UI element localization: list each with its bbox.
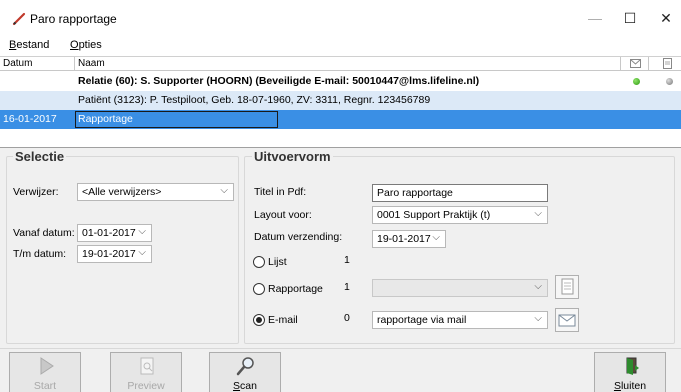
chevron-down-icon: ⌵ [138, 226, 146, 237]
layout-value: 0001 Support Praktijk (t) [377, 209, 491, 221]
selectie-title: Selectie [13, 149, 67, 164]
verwijzer-select[interactable]: <Alle verwijzers> ⌵ [77, 183, 234, 201]
rapportage-document-button[interactable] [555, 275, 579, 299]
row-date: 16-01-2017 [3, 113, 57, 125]
window-title: Paro rapportage [30, 12, 117, 26]
document-icon [663, 58, 672, 69]
tm-datum-label: T/m datum: [13, 248, 67, 260]
status-gray-icon [666, 78, 673, 85]
rapportage-radio[interactable] [253, 283, 265, 295]
email-envelope-button[interactable] [555, 308, 579, 332]
row-name: Relatie (60): S. Supporter (HOORN) (Beve… [78, 75, 480, 87]
menu-bar: Bestand Opties [0, 36, 681, 56]
table-row-selected[interactable]: 16-01-2017 Rapportage [0, 110, 681, 129]
scan-button[interactable]: Scan [209, 352, 281, 392]
email-select[interactable]: rapportage via mail ⌵ [372, 311, 548, 329]
minimize-button[interactable]: — [585, 8, 605, 28]
email-count: 0 [344, 312, 350, 324]
titel-pdf-input[interactable]: Paro rapportage [372, 184, 548, 202]
start-button[interactable]: Start [9, 352, 81, 392]
sluiten-label: Sluiten [613, 380, 647, 392]
layout-label: Layout voor: [254, 209, 312, 221]
preview-icon [140, 357, 154, 375]
tm-datum-value: 19-01-2017 [82, 248, 136, 260]
chevron-down-icon: ⌵ [534, 208, 542, 219]
rapportage-select[interactable]: ⌵ [372, 279, 548, 297]
lijst-label[interactable]: Lijst [268, 256, 287, 268]
chevron-down-icon: ⌵ [534, 281, 542, 292]
row-name: Rapportage [78, 113, 133, 125]
sluiten-button[interactable]: Sluiten [594, 352, 666, 392]
preview-button[interactable]: Preview [110, 352, 182, 392]
rapportage-label[interactable]: Rapportage [268, 283, 323, 295]
title-bar: Paro rapportage — ☐ ✕ [0, 0, 681, 36]
menu-opties[interactable]: Opties [70, 39, 102, 51]
scan-label: Scan [233, 380, 257, 392]
exit-door-icon [626, 357, 639, 375]
menu-bestand[interactable]: Bestand [9, 39, 49, 51]
preview-label: Preview [127, 380, 165, 392]
email-radio[interactable] [253, 314, 265, 326]
magnifier-icon [236, 357, 254, 376]
email-label[interactable]: E-mail [268, 314, 298, 326]
uitvoervorm-title: Uitvoervorm [252, 149, 333, 164]
play-icon [40, 357, 54, 375]
records-grid[interactable]: Datum Naam Relatie (60): S. Supporter (H… [0, 56, 681, 148]
maximize-button[interactable]: ☐ [620, 8, 640, 28]
start-label: Start [33, 380, 57, 392]
close-button[interactable]: ✕ [656, 8, 676, 28]
pencil-icon [12, 12, 26, 26]
email-select-value: rapportage via mail [377, 314, 467, 326]
titel-pdf-label: Titel in Pdf: [254, 186, 307, 198]
vanaf-datum-label: Vanaf datum: [13, 227, 75, 239]
lijst-count: 1 [344, 254, 350, 266]
layout-select[interactable]: 0001 Support Praktijk (t) ⌵ [372, 206, 548, 224]
column-header-name[interactable]: Naam [78, 58, 105, 69]
table-row[interactable]: Patiënt (3123): P. Testpiloot, Geb. 18-0… [0, 91, 681, 110]
status-green-icon [633, 78, 640, 85]
document-icon [561, 278, 574, 295]
envelope-icon [558, 314, 576, 327]
column-header-date[interactable]: Datum [3, 58, 32, 69]
chevron-down-icon: ⌵ [432, 232, 440, 243]
vanaf-datum-value: 01-01-2017 [82, 227, 136, 239]
lijst-radio[interactable] [253, 256, 265, 268]
rapportage-count: 1 [344, 281, 350, 293]
bottom-toolbar: Start Preview Scan Sluiten [0, 348, 681, 392]
scan-label-rest: can [240, 380, 257, 392]
menu-opties-rest: pties [78, 39, 102, 51]
row-name: Patiënt (3123): P. Testpiloot, Geb. 18-0… [78, 94, 431, 106]
chevron-down-icon: ⌵ [534, 313, 542, 324]
chevron-down-icon: ⌵ [138, 247, 146, 258]
titel-pdf-value: Paro rapportage [377, 187, 453, 199]
tm-datum-picker[interactable]: 19-01-2017 ⌵ [77, 245, 152, 263]
chevron-down-icon: ⌵ [220, 185, 228, 196]
verwijzer-value: <Alle verwijzers> [82, 186, 162, 198]
table-row[interactable]: Relatie (60): S. Supporter (HOORN) (Beve… [0, 72, 681, 91]
grid-header: Datum Naam [0, 57, 681, 71]
datum-verzending-value: 19-01-2017 [377, 233, 431, 245]
sluiten-label-rest: luiten [620, 380, 647, 392]
menu-bestand-rest: estand [16, 39, 50, 51]
datum-verzending-picker[interactable]: 19-01-2017 ⌵ [372, 230, 446, 248]
verwijzer-label: Verwijzer: [13, 186, 59, 198]
envelope-icon [630, 59, 641, 68]
vanaf-datum-picker[interactable]: 01-01-2017 ⌵ [77, 224, 152, 242]
datum-verzending-label: Datum verzending: [254, 231, 343, 243]
